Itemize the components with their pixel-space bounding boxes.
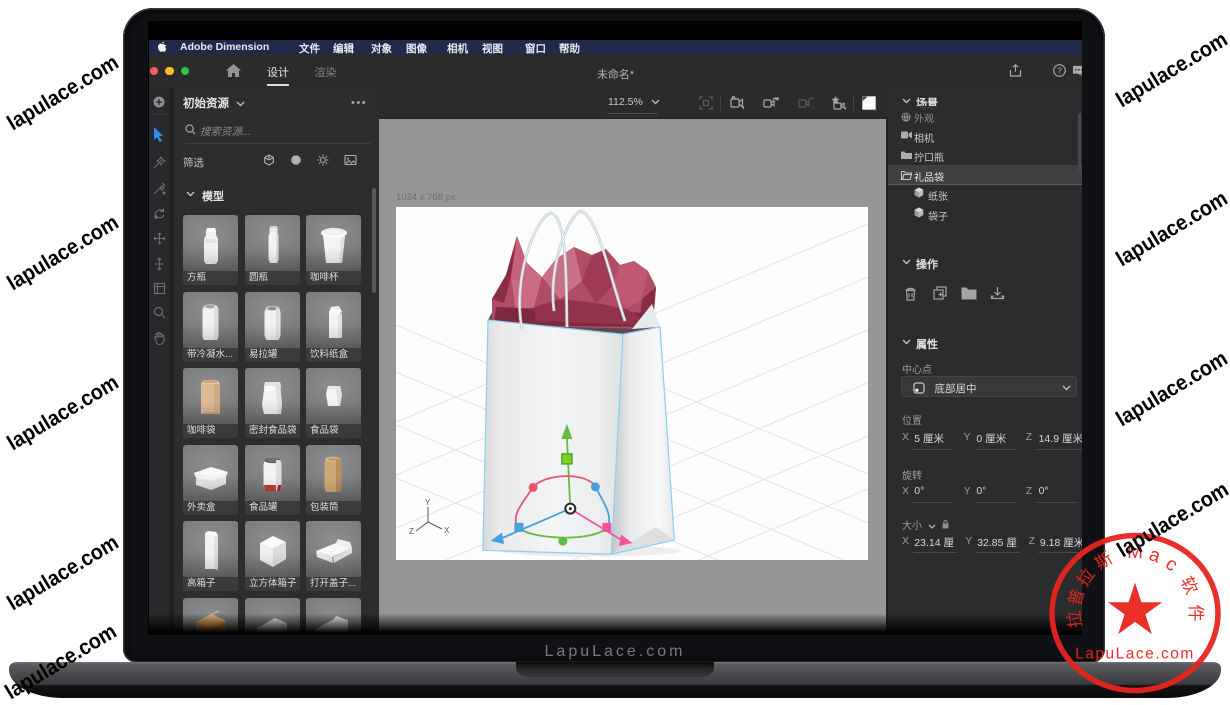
svg-text:c: c bbox=[1161, 553, 1181, 575]
svg-text:拉: 拉 bbox=[1073, 565, 1098, 590]
svg-text:普: 普 bbox=[1065, 587, 1088, 608]
svg-text:?: ? bbox=[1057, 65, 1062, 75]
svg-text:件: 件 bbox=[1186, 605, 1205, 622]
svg-text:斯: 斯 bbox=[1092, 549, 1116, 574]
svg-text:Z: Z bbox=[409, 527, 414, 536]
svg-text:Y: Y bbox=[425, 498, 431, 507]
svg-text:软: 软 bbox=[1177, 574, 1202, 598]
svg-text:LapuLace.com: LapuLace.com bbox=[1075, 646, 1195, 663]
svg-text:X: X bbox=[444, 526, 450, 535]
svg-text:拉: 拉 bbox=[1064, 610, 1085, 629]
